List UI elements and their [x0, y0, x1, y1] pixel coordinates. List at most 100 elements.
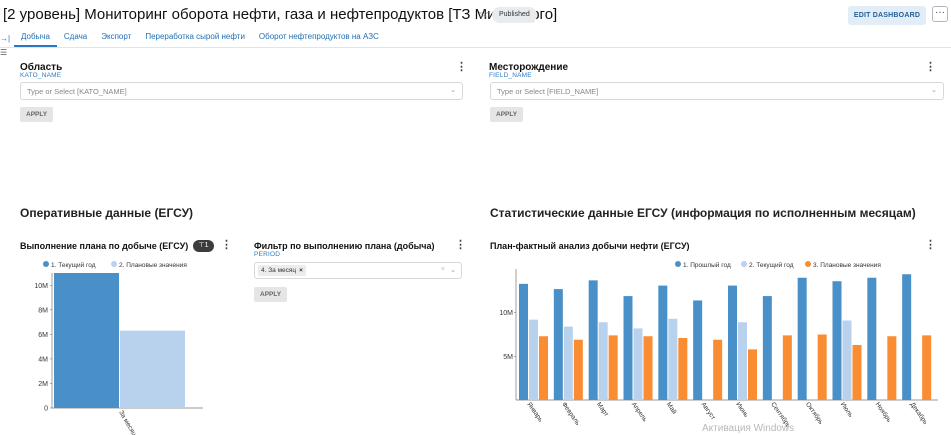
chevron-down-icon: ⌄ — [450, 87, 456, 94]
fact-chart-menu-icon[interactable]: ⋮ — [925, 240, 936, 251]
tab-production[interactable]: Добыча — [14, 29, 57, 47]
region-apply-button[interactable]: APPLY — [20, 107, 54, 122]
tab-divider — [0, 47, 951, 48]
legend-marker — [741, 261, 747, 267]
bar-2. Текущий год — [529, 319, 538, 400]
x-tick-label: Март — [595, 401, 610, 418]
bar-3. Плановые значения — [817, 334, 827, 400]
bar-1. Прошлый год — [902, 274, 912, 400]
statistical-section-title: Статистические данные ЕГСУ (информация п… — [490, 206, 916, 220]
bar-2. Текущий год — [738, 322, 747, 400]
bar-3. Плановые значения — [922, 335, 932, 400]
bar-3. Плановые значения — [678, 337, 688, 400]
y-tick-label: 10M — [499, 310, 513, 317]
bar-2. Текущий год — [842, 320, 852, 400]
x-tick-label: Июнь — [734, 401, 750, 419]
x-tick-label: Ноябрь — [874, 401, 894, 425]
fact-chart-title: План-фактный анализ добычи нефти (ЕГСУ) — [490, 241, 690, 251]
y-tick-label: 5M — [503, 354, 513, 361]
bar-3. Плановые значения — [852, 344, 862, 400]
bar-3. Плановые значения — [643, 336, 653, 400]
plan-chart-title: Выполнение плана по добыче (ЕГСУ) — [20, 241, 189, 251]
legend-marker — [111, 261, 117, 267]
y-tick-label: 2M — [38, 381, 48, 388]
bar-1. Прошлый год — [762, 296, 772, 400]
selected-tag-label: 4. За месяц — [261, 267, 297, 274]
legend-label: 2. Текущий год — [749, 261, 794, 269]
dashboard-header: [2 уровень] Мониторинг оборота нефти, га… — [0, 0, 951, 30]
plan-execution-chart: 1. Текущий год 2. Плановые значения 0 2M 4M 6… — [34, 261, 203, 435]
bar-3. Плановые значения — [539, 336, 548, 400]
plan-apply-button[interactable]: APPLY — [254, 287, 288, 302]
edit-dashboard-button[interactable]: EDIT DASHBOARD — [848, 6, 926, 25]
field-select[interactable]: Type or Select [FIELD_NAME] ⌄ — [490, 82, 944, 100]
bar-1. Прошлый год — [867, 277, 877, 400]
plan-filter-title: Фильтр по выполнению плана (добыча) — [254, 241, 435, 251]
legend-label: 1. Текущий год — [51, 261, 96, 269]
y-tick-label: 4M — [38, 356, 48, 363]
field-select-placeholder: Type or Select [FIELD_NAME] — [497, 87, 599, 96]
bar-1. Прошлый год — [693, 300, 703, 400]
tab-refining[interactable]: Переработка сырой нефти — [138, 29, 252, 47]
x-tick-label: Май — [665, 401, 679, 416]
region-filter-menu-icon[interactable]: ⋮ — [456, 62, 467, 73]
tab-export[interactable]: Экспорт — [94, 29, 138, 47]
bar-1. Прошлый год — [519, 283, 528, 400]
x-tick-label: Февраль — [560, 401, 581, 427]
x-tick-label: Апрель — [630, 401, 649, 424]
bar-1. Прошлый год — [797, 277, 807, 400]
region-select[interactable]: Type or Select [KATO_NAME] ⌄ — [20, 82, 463, 100]
clear-icon[interactable]: × — [441, 266, 445, 273]
bar-2. Текущий год — [668, 318, 678, 400]
remove-tag-icon[interactable]: × — [299, 267, 303, 274]
tab-delivery[interactable]: Сдача — [57, 29, 94, 47]
field-filter-menu-icon[interactable]: ⋮ — [925, 62, 936, 73]
bar-2. Текущий год — [563, 326, 573, 400]
x-tick-label: Август — [700, 401, 717, 421]
chevron-down-icon: ⌄ — [931, 87, 937, 94]
plan-fact-chart: 1. Прошлый год 2. Текущий год 3. Плановые … — [499, 261, 938, 430]
bar-1. Прошлый год — [658, 285, 668, 400]
field-filter-column: FIELD_NAME — [489, 72, 532, 79]
bar-3. Плановые значения — [573, 339, 583, 400]
legend-marker — [805, 261, 811, 267]
bar-3. Плановые значения — [608, 335, 618, 400]
operational-section-title: Оперативные данные (ЕГСУ) — [20, 206, 194, 220]
bar-2. Текущий год — [633, 328, 643, 400]
y-tick-label: 0 — [44, 406, 48, 413]
dashboard-title: [2 уровень] Мониторинг оборота нефти, га… — [3, 6, 558, 23]
expand-filters-icon[interactable]: →| — [0, 32, 10, 46]
region-filter-column: KATO_NAME — [20, 72, 62, 79]
chevron-down-icon: ⌄ — [450, 267, 456, 274]
x-tick-label: Январь — [525, 401, 544, 424]
x-tick-label: Декабрь — [909, 401, 930, 427]
filter-icon[interactable]: ☰ — [0, 46, 10, 60]
plan-period-select[interactable]: 4. За месяц × × ⌄ — [254, 262, 462, 279]
tab-gas-stations[interactable]: Оборот нефтепродуктов на АЗС — [252, 29, 386, 47]
bar-1. Прошлый год — [728, 285, 737, 400]
plan-filter-menu-icon[interactable]: ⋮ — [455, 240, 466, 251]
bar-2. Плановые значения — [120, 330, 185, 408]
left-toolbar: →| ☰ — [0, 32, 10, 60]
legend-label: 3. Плановые значения — [813, 262, 881, 269]
y-tick-label: 8M — [38, 307, 48, 314]
bar-1. Текущий год — [54, 273, 119, 408]
selected-tag: 4. За месяц × — [258, 265, 306, 276]
region-select-placeholder: Type or Select [KATO_NAME] — [27, 87, 127, 96]
more-options-button[interactable]: ··· — [932, 6, 948, 22]
plan-chart-menu-icon[interactable]: ⋮ — [221, 240, 232, 251]
bar-3. Плановые значения — [782, 335, 792, 400]
field-apply-button[interactable]: APPLY — [490, 107, 524, 122]
favorite-star-icon[interactable]: ☆ — [478, 6, 490, 22]
bar-1. Прошлый год — [553, 289, 563, 400]
bar-3. Плановые значения — [887, 336, 897, 400]
bar-1. Прошлый год — [588, 280, 598, 400]
x-tick-label: За месяц — [117, 410, 137, 435]
legend-marker — [43, 261, 49, 267]
plan-chart-filter-badge[interactable]: ⊤1 — [193, 240, 214, 252]
bar-1. Прошлый год — [623, 296, 633, 400]
dashboard-root: [2 уровень] Мониторинг оборота нефти, га… — [0, 0, 951, 435]
x-tick-label: Июль — [839, 401, 855, 419]
filter-count: 1 — [204, 242, 209, 249]
dashboard-tabs: Добыча Сдача Экспорт Переработка сырой н… — [14, 29, 386, 47]
